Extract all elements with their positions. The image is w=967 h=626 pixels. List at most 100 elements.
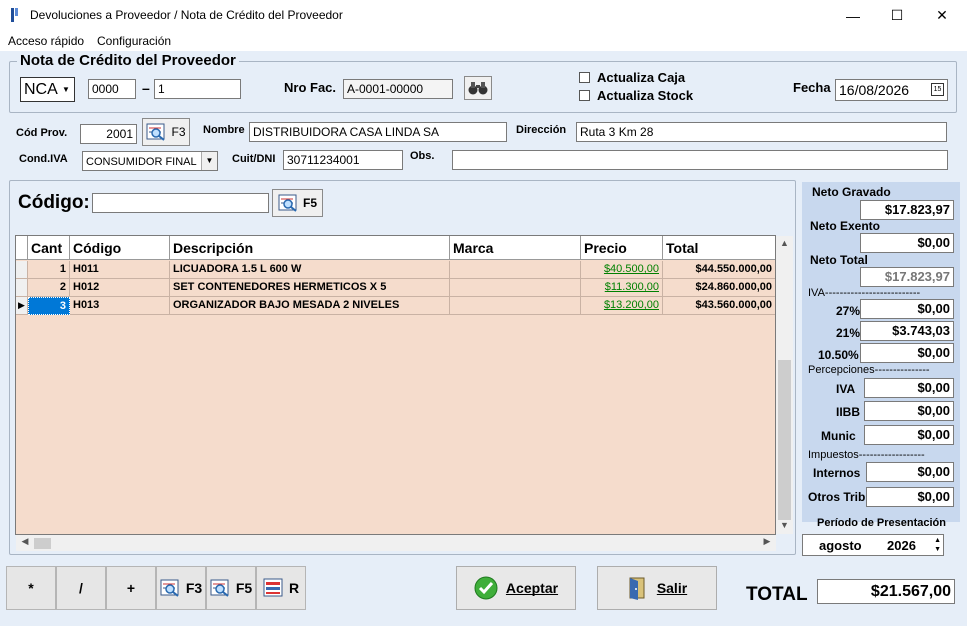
actualiza-stock-checkbox[interactable] (579, 90, 590, 101)
row-selector[interactable] (16, 279, 28, 297)
horizontal-scrollbar[interactable] (16, 535, 776, 551)
menu-configuracion[interactable]: Configuración (97, 34, 171, 48)
cell-precio[interactable]: $40.500,00 (581, 261, 663, 279)
iva-27-input[interactable]: $0,00 (860, 299, 954, 319)
precio-link[interactable]: $40.500,00 (604, 263, 659, 275)
close-button[interactable]: ✕ (919, 0, 965, 31)
neto-total-label: Neto Total (810, 253, 868, 267)
perc-munic-input[interactable]: $0,00 (864, 425, 954, 445)
scroll-down-icon[interactable]: ▼ (776, 520, 793, 534)
spinner-arrows-icon[interactable]: ▲ ▼ (934, 536, 941, 554)
actualiza-caja-checkbox[interactable] (579, 72, 590, 83)
table-row[interactable]: 1 H011 LICUADORA 1.5 L 600 W $40.500,00 … (16, 261, 775, 279)
divide-button[interactable]: / (56, 566, 106, 610)
chevron-down-icon: ▼ (201, 152, 217, 170)
obs-input[interactable] (452, 150, 948, 170)
plus-button[interactable]: + (106, 566, 156, 610)
cell-marca[interactable] (450, 279, 581, 297)
salir-label: Salir (656, 580, 688, 596)
cell-descripcion[interactable]: LICUADORA 1.5 L 600 W (170, 261, 450, 279)
direccion-input[interactable]: Ruta 3 Km 28 (576, 122, 947, 142)
row-selector[interactable] (16, 261, 28, 279)
precio-link[interactable]: $11.300,00 (605, 281, 659, 293)
col-header-descripcion[interactable]: Descripción (170, 236, 450, 260)
nro-fac-label: Nro Fac. (284, 80, 337, 95)
minimize-button[interactable]: — (830, 0, 876, 31)
codigo-input[interactable] (92, 193, 269, 213)
iva-105-input[interactable]: $0,00 (860, 343, 954, 363)
r-toolbar-button[interactable]: R (256, 566, 306, 610)
otros-trib-input[interactable]: $0,00 (866, 487, 954, 507)
precio-link[interactable]: $13.200,00 (604, 299, 659, 311)
iva-21-input[interactable]: $3.743,03 (860, 321, 954, 341)
cond-iva-select[interactable]: CONSUMIDOR FINAL ▼ (82, 151, 218, 171)
cell-total[interactable]: $44.550.000,00 (663, 261, 775, 279)
horizontal-scroll-thumb[interactable] (34, 538, 51, 549)
col-header-marca[interactable]: Marca (450, 236, 581, 260)
cuit-input[interactable]: 30711234001 (283, 150, 403, 170)
doc-type-select[interactable]: NCA ▼ (20, 77, 75, 102)
scroll-left-icon[interactable]: ◀ (18, 536, 32, 550)
table-row[interactable]: 2 H012 SET CONTENEDORES HERMETICOS X 5 $… (16, 279, 775, 297)
aceptar-button[interactable]: Aceptar (456, 566, 576, 610)
search-list-icon (160, 579, 179, 597)
otros-trib-label: Otros Trib (808, 490, 866, 504)
menu-acceso-rapido[interactable]: Acceso rápido (8, 34, 84, 48)
neto-total-value: $17.823,97 (860, 267, 954, 287)
iva-section-label: IVA-------------------------- (808, 287, 921, 299)
iva-21-label: 21% (836, 326, 861, 340)
cell-cant[interactable]: 1 (28, 261, 70, 279)
cell-cant-selected[interactable]: 3 (28, 297, 70, 315)
total-value: $21.567,00 (817, 579, 955, 604)
col-header-codigo[interactable]: Código (70, 236, 170, 260)
scroll-right-icon[interactable]: ▶ (760, 536, 774, 550)
cell-cant[interactable]: 2 (28, 279, 70, 297)
cell-descripcion[interactable]: ORGANIZADOR BAJO MESADA 2 NIVELES (170, 297, 450, 315)
cell-marca[interactable] (450, 297, 581, 315)
cell-precio[interactable]: $11.300,00 (581, 279, 663, 297)
cell-total[interactable]: $24.860.000,00 (663, 279, 775, 297)
f5-toolbar-button[interactable]: F5 (206, 566, 256, 610)
col-header-precio[interactable]: Precio (581, 236, 663, 260)
col-header-total[interactable]: Total (663, 236, 775, 260)
f5-search-button[interactable]: F5 (272, 189, 323, 217)
salir-button[interactable]: Salir (597, 566, 717, 610)
periodo-spinner[interactable]: agosto 2026 ▲ ▼ (802, 534, 944, 556)
check-circle-icon (474, 576, 498, 600)
chevron-down-icon: ▼ (58, 78, 74, 101)
internos-input[interactable]: $0,00 (866, 462, 954, 482)
cell-precio[interactable]: $13.200,00 (581, 297, 663, 315)
fecha-input[interactable]: 16/08/2026 15 (835, 79, 948, 101)
perc-iibb-label: IIBB (836, 405, 860, 419)
neto-exento-input[interactable]: $0,00 (860, 233, 954, 253)
internos-label: Internos (813, 466, 861, 480)
multiply-button[interactable]: * (6, 566, 56, 610)
f3-search-button[interactable]: F3 (142, 118, 190, 146)
col-header-cant[interactable]: Cant (28, 236, 70, 260)
cell-codigo[interactable]: H012 (70, 279, 170, 297)
perc-iva-input[interactable]: $0,00 (864, 378, 954, 398)
cell-codigo[interactable]: H011 (70, 261, 170, 279)
nro-fac-input[interactable]: A-0001-00000 (343, 79, 453, 99)
punto-venta-input[interactable]: 0000 (88, 79, 136, 99)
f3-toolbar-button[interactable]: F3 (156, 566, 206, 610)
scroll-up-icon[interactable]: ▲ (776, 238, 793, 252)
cell-total[interactable]: $43.560.000,00 (663, 297, 775, 315)
table-row[interactable]: ▶ 3 H013 ORGANIZADOR BAJO MESADA 2 NIVEL… (16, 297, 775, 315)
cod-prov-input[interactable]: 2001 (80, 124, 137, 144)
numero-input[interactable]: 1 (154, 79, 241, 99)
fecha-label: Fecha (793, 80, 831, 95)
calendar-icon[interactable]: 15 (931, 83, 944, 96)
grid-header: Cant Código Descripción Marca Precio Tot… (16, 236, 775, 260)
nombre-input[interactable]: DISTRIBUIDORA CASA LINDA SA (249, 122, 507, 142)
periodo-label: Período de Presentación (817, 517, 946, 529)
binoculars-button[interactable] (464, 76, 492, 100)
cell-marca[interactable] (450, 261, 581, 279)
search-list-icon (146, 123, 166, 141)
cell-descripcion[interactable]: SET CONTENEDORES HERMETICOS X 5 (170, 279, 450, 297)
perc-iibb-input[interactable]: $0,00 (864, 401, 954, 421)
cell-codigo[interactable]: H013 (70, 297, 170, 315)
maximize-button[interactable]: ☐ (874, 0, 920, 31)
current-row-arrow-icon[interactable]: ▶ (16, 297, 28, 315)
vertical-scroll-thumb[interactable] (778, 360, 791, 520)
